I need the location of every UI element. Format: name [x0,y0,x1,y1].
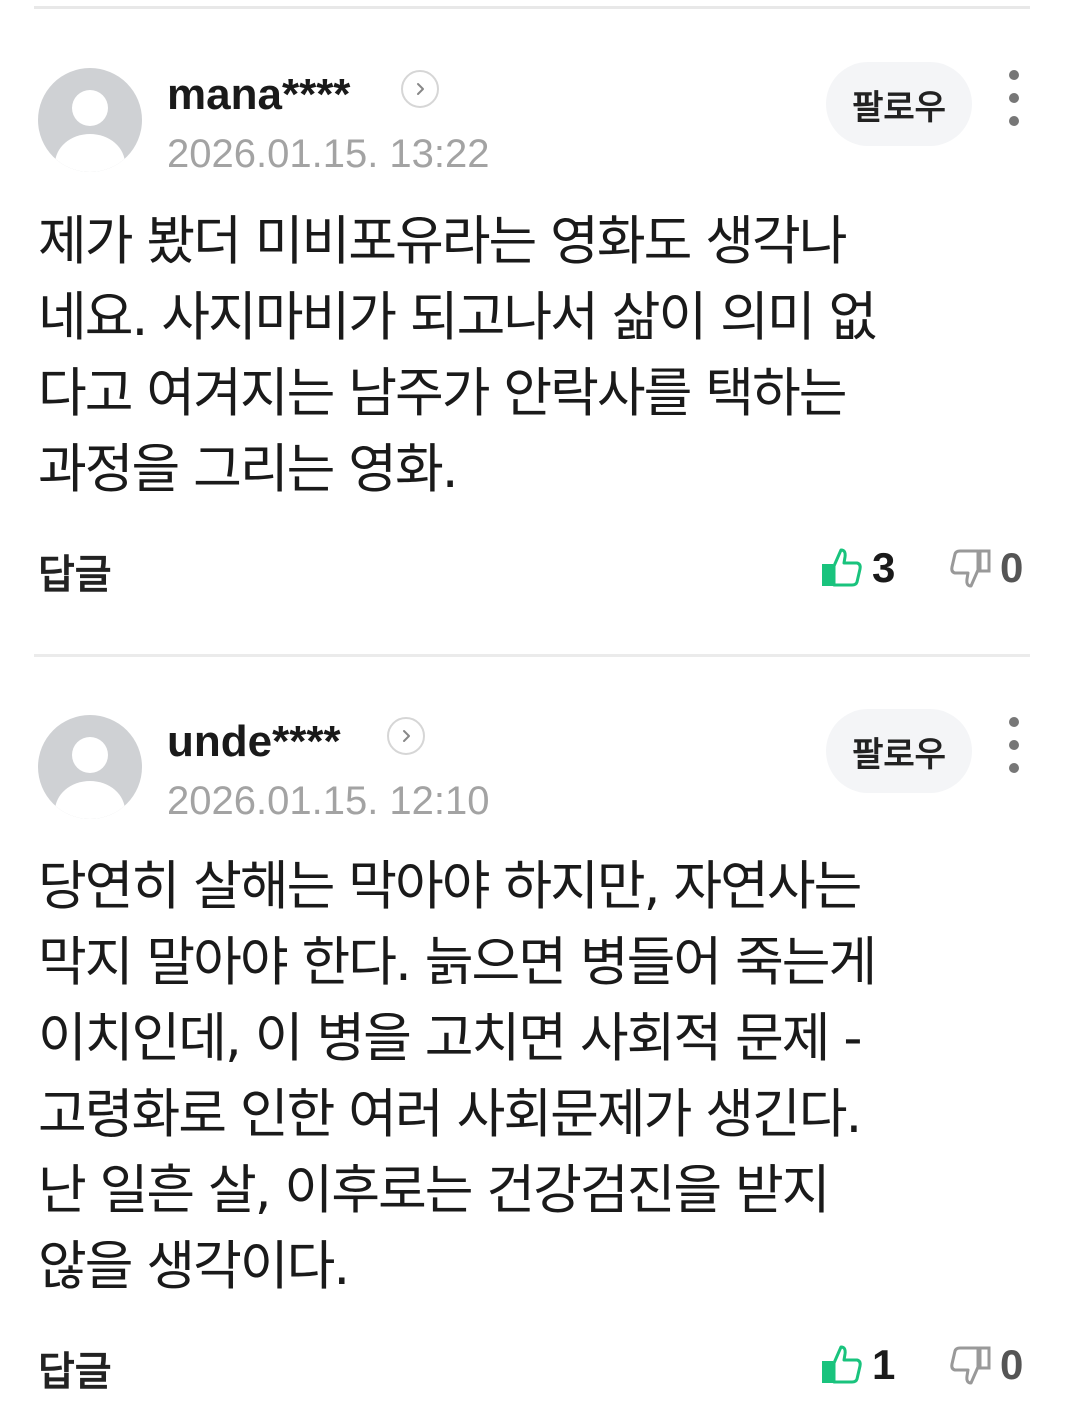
comment-line: 과정을 그리는 영화. [38,439,459,500]
thumbs-up-icon [822,1345,862,1384]
reply-button[interactable]: 답글 [38,1339,112,1397]
thumbs-up-icon [822,548,862,587]
dislike-button[interactable]: 0 [948,544,1023,592]
comment-line: 고령화로 인한 여러 사회문제가 생긴다. [38,1084,862,1145]
comment-line: 않을 생각이다. [38,1236,350,1297]
like-count: 1 [872,1341,896,1388]
avatar-head-shape [72,90,108,126]
comment-line: 당연히 살해는 막아야 하지만, 자연사는 [38,856,862,917]
comment-divider [34,654,1030,657]
thumbs-down-icon [950,549,991,588]
comment-line: 다고 여겨지는 남주가 안락사를 택하는 [38,363,848,424]
dislike-button[interactable]: 0 [948,1341,1023,1389]
avatar-body-shape [55,781,125,819]
chevron-right-icon[interactable] [387,717,425,755]
more-options-button[interactable] [998,717,1030,773]
comment-line: 제가 봤더 미비포유라는 영화도 생각나 [38,211,848,272]
comment-item: mana**** 2026.01.15. 13:22 팔로우 제가 봤더 미비포… [0,62,1072,628]
like-button[interactable]: 1 [820,1341,895,1389]
timestamp: 2026.01.15. 13:22 [167,132,490,176]
top-divider [34,6,1030,9]
comment-item: unde**** 2026.01.15. 12:10 팔로우 당연히 살해는 막… [0,709,1072,1415]
vertical-dots-icon [1009,70,1019,80]
thumbs-down-icon [950,1346,991,1385]
comment-line: 이치인데, 이 병을 고치면 사회적 문제 - [38,1008,862,1069]
vertical-dots-icon [1009,717,1019,727]
more-options-button[interactable] [998,70,1030,126]
avatar[interactable] [38,715,142,819]
reply-button[interactable]: 답글 [38,542,112,600]
follow-button[interactable]: 팔로우 [826,62,972,146]
avatar[interactable] [38,68,142,172]
username[interactable]: unde**** [167,717,341,767]
timestamp: 2026.01.15. 12:10 [167,779,490,823]
chevron-right-icon[interactable] [401,70,439,108]
comment-body: 당연히 살해는 막아야 하지만, 자연사는 막지 말아야 한다. 늙으면 병들어… [38,849,998,1305]
comment-line: 막지 말아야 한다. 늙으면 병들어 죽는게 [38,932,877,993]
dislike-count: 0 [1000,1341,1024,1388]
avatar-body-shape [55,134,125,172]
follow-button[interactable]: 팔로우 [826,709,972,793]
username[interactable]: mana**** [167,70,350,120]
like-button[interactable]: 3 [820,544,895,592]
avatar-head-shape [72,737,108,773]
comment-body: 제가 봤더 미비포유라는 영화도 생각나 네요. 사지마비가 되고나서 삶이 의… [38,204,998,508]
comment-line: 네요. 사지마비가 되고나서 삶이 의미 없 [38,287,877,348]
like-count: 3 [872,544,896,591]
comment-line: 난 일흔 살, 이후로는 건강검진을 받지 [38,1160,830,1221]
comment-list: mana**** 2026.01.15. 13:22 팔로우 제가 봤더 미비포… [0,0,1072,1428]
dislike-count: 0 [1000,544,1024,591]
